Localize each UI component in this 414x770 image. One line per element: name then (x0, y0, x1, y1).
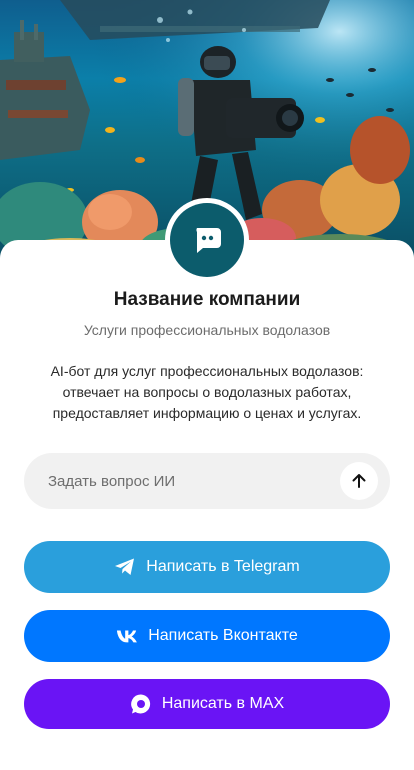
max-icon (130, 693, 152, 715)
vk-icon (116, 625, 138, 647)
send-button[interactable] (340, 462, 378, 500)
telegram-button[interactable]: Написать в Telegram (24, 541, 390, 593)
company-description: AI-бот для услуг профессиональных водола… (50, 363, 364, 421)
ask-ai-field (24, 453, 390, 509)
company-name: Название компании (113, 289, 301, 310)
telegram-button-label: Написать в Telegram (146, 558, 300, 575)
vk-button[interactable]: Написать Вконтакте (24, 610, 390, 662)
max-button[interactable]: Написать в MAX (24, 679, 390, 729)
avatar-circle (170, 203, 244, 277)
arrow-up-icon (352, 474, 366, 488)
company-subtitle: Услуги профессиональных водолазов (83, 322, 331, 338)
vk-button-label: Написать Вконтакте (148, 627, 298, 644)
avatar (165, 198, 249, 282)
max-button-label: Написать в MAX (161, 695, 285, 712)
telegram-icon (114, 556, 136, 578)
chat-bubble-icon (196, 228, 221, 253)
ask-ai-input[interactable] (48, 453, 348, 509)
